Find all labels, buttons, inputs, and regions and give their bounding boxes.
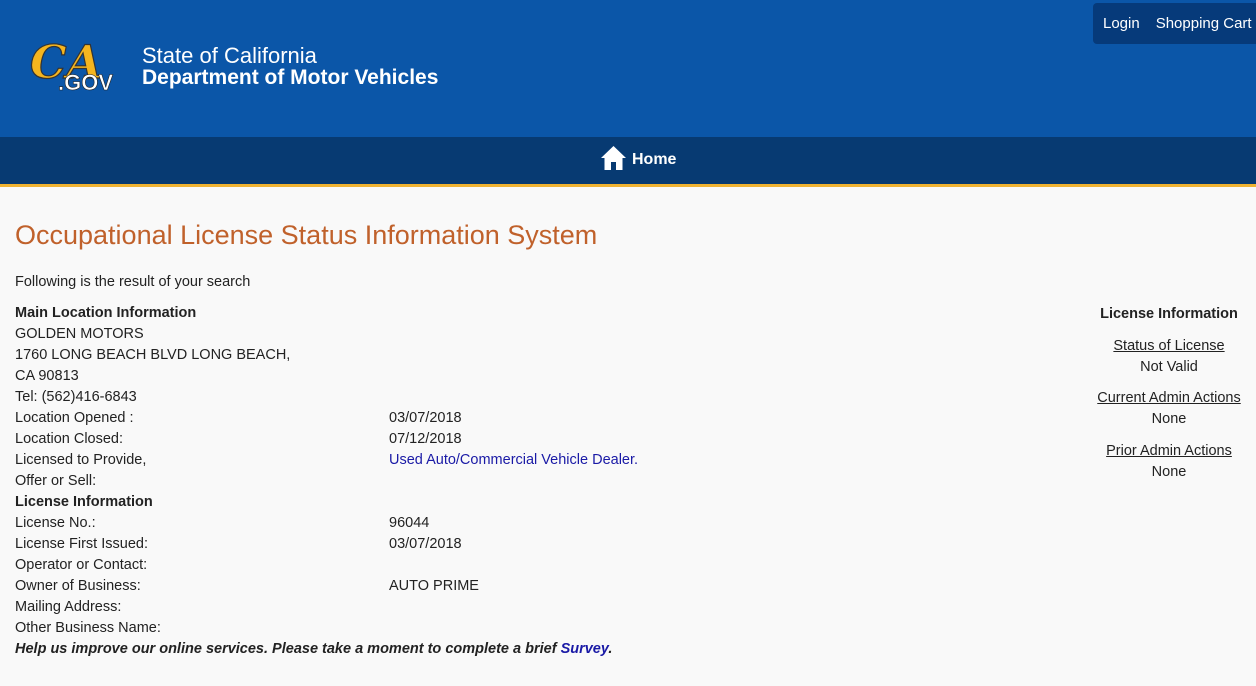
status-of-license-link[interactable]: Status of License: [1113, 338, 1224, 354]
mailing-address-label: Mailing Address:: [15, 599, 122, 615]
home-icon: [600, 145, 627, 176]
department-name: Department of Motor Vehicles: [142, 66, 439, 89]
address-line1: 1760 LONG BEACH BLVD LONG BEACH,: [15, 347, 291, 363]
main-nav: Home: [0, 137, 1256, 187]
phone: Tel: (562)416-6843: [15, 389, 137, 405]
location-closed-label: Location Closed:: [15, 431, 124, 447]
location-closed-value: 07/12/2018: [389, 431, 462, 447]
login-link[interactable]: Login: [1093, 15, 1146, 32]
utility-nav: Login Shopping Cart: [1093, 3, 1256, 44]
owner-value: AUTO PRIME: [389, 578, 479, 594]
location-opened-label: Location Opened :: [15, 410, 134, 426]
survey-prompt: Help us improve our online services. Ple…: [15, 641, 612, 657]
survey-end: .: [608, 641, 613, 657]
site-header: CA .GOV State of California Department o…: [0, 0, 1256, 137]
owner-label: Owner of Business:: [15, 578, 141, 594]
svg-text:.GOV: .GOV: [58, 70, 113, 95]
shopping-cart-link[interactable]: Shopping Cart: [1146, 15, 1256, 32]
licensed-activity-link[interactable]: Used Auto/Commercial Vehicle Dealer.: [389, 452, 638, 468]
status-of-license-value: Not Valid: [1140, 359, 1198, 375]
licensed-label-1: Licensed to Provide,: [15, 452, 147, 468]
search-intro: Following is the result of your search: [15, 274, 251, 290]
sidebar-title: License Information: [1100, 306, 1238, 322]
other-business-name-label: Other Business Name:: [15, 620, 161, 636]
current-admin-actions-link[interactable]: Current Admin Actions: [1097, 390, 1240, 406]
license-number-label: License No.:: [15, 515, 96, 531]
first-issued-label: License First Issued:: [15, 536, 148, 552]
business-name: GOLDEN MOTORS: [15, 326, 144, 342]
page-title: Occupational License Status Information …: [15, 220, 598, 250]
prior-admin-actions-value: None: [1151, 464, 1187, 480]
home-label: Home: [632, 151, 677, 168]
home-nav-link[interactable]: Home: [600, 145, 677, 176]
main-location-heading: Main Location Information: [15, 305, 197, 321]
address-line2: CA 90813: [15, 368, 79, 384]
current-admin-actions-value: None: [1151, 411, 1187, 427]
ca-gov-logo[interactable]: CA .GOV: [28, 30, 128, 102]
survey-link[interactable]: Survey: [561, 641, 609, 657]
survey-text: Help us improve our online services. Ple…: [15, 641, 561, 657]
licensed-label-2: Offer or Sell:: [15, 473, 97, 489]
first-issued-value: 03/07/2018: [389, 536, 462, 552]
license-info-heading: License Information: [15, 494, 153, 510]
license-number-value: 96044: [389, 515, 430, 531]
operator-label: Operator or Contact:: [15, 557, 148, 573]
location-opened-value: 03/07/2018: [389, 410, 462, 426]
prior-admin-actions-link[interactable]: Prior Admin Actions: [1106, 443, 1232, 459]
